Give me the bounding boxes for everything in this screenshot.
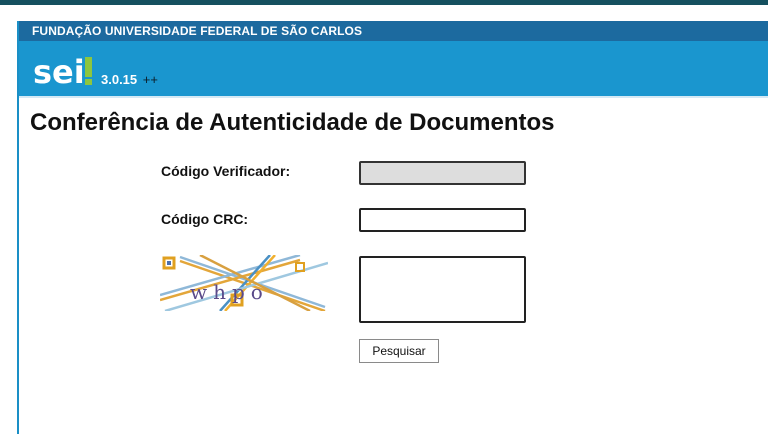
sei-logo: sei bbox=[33, 53, 92, 89]
verifier-label: Código Verificador: bbox=[161, 163, 291, 179]
captcha-image: whpo bbox=[160, 255, 328, 311]
crc-label: Código CRC: bbox=[161, 211, 249, 227]
org-name: FUNDAÇÃO UNIVERSIDADE FEDERAL DE SÃO CAR… bbox=[19, 21, 768, 41]
captcha-text: whpo bbox=[190, 280, 269, 304]
search-button[interactable]: Pesquisar bbox=[359, 339, 439, 363]
verifier-code-field[interactable] bbox=[359, 161, 526, 185]
header-divider bbox=[19, 96, 768, 98]
version-suffix: ++ bbox=[142, 72, 158, 87]
version-label: 3.0.15 ++ bbox=[101, 72, 158, 87]
sei-logo-text: sei bbox=[33, 53, 85, 89]
page-title: Conferência de Autenticidade de Document… bbox=[30, 109, 555, 136]
version-number: 3.0.15 bbox=[101, 72, 138, 87]
sei-frame: FUNDAÇÃO UNIVERSIDADE FEDERAL DE SÃO CAR… bbox=[17, 21, 768, 434]
captcha-input[interactable] bbox=[359, 256, 526, 323]
header-bar: sei 3.0.15 ++ bbox=[19, 41, 768, 96]
crc-code-field[interactable] bbox=[359, 208, 526, 232]
